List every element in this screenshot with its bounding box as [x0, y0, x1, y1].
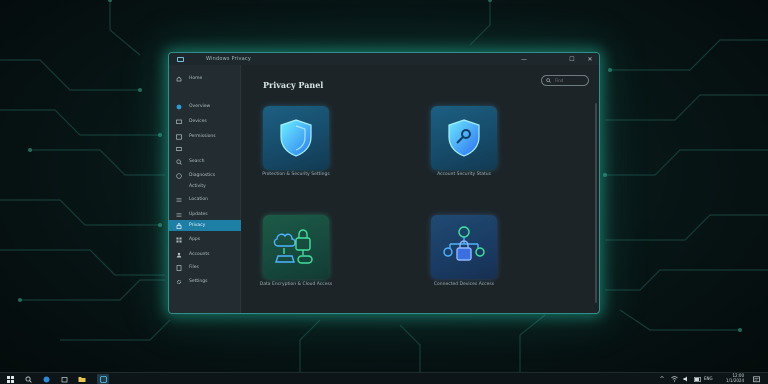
doc-icon [176, 264, 182, 271]
sidebar-item-home[interactable]: Home [169, 73, 241, 84]
wifi-icon[interactable] [668, 374, 680, 384]
sidebar-item-accounts[interactable]: Accounts [169, 249, 241, 260]
volume-icon[interactable] [680, 374, 692, 384]
list-icon [176, 197, 182, 203]
clock-date: 1/1/2024 [726, 377, 744, 383]
sidebar-item-diagnostics[interactable]: Diagnostics [169, 170, 241, 181]
sidebar-item-label: Location [189, 197, 209, 202]
sidebar-item-label: Files [189, 265, 199, 270]
notification-button[interactable] [750, 374, 762, 384]
sidebar-item-label: Apps [189, 237, 201, 242]
sidebar-item-overview[interactable]: Overview [169, 101, 241, 112]
close-button[interactable]: ✕ [581, 53, 599, 65]
sidebar-item-search[interactable]: Search [169, 156, 241, 167]
sidebar-item-apps[interactable]: Apps [169, 234, 241, 245]
shield-icon [280, 119, 312, 157]
folder-icon [78, 376, 86, 382]
data-encryption-tile[interactable] [263, 215, 329, 279]
sidebar-item-label: Diagnostics [189, 173, 216, 178]
card-label: Connected Devices Access [433, 282, 495, 287]
sidebar-item-label: Accounts [189, 252, 210, 257]
monitor-icon [176, 119, 182, 125]
sidebar-item-location[interactable]: Location [169, 194, 241, 205]
account-security-tile[interactable] [431, 106, 497, 170]
title-bar[interactable]: Windows Privacy — ☐ ✕ [169, 53, 599, 65]
language-indicator[interactable]: ENG [704, 376, 713, 382]
windows-icon [6, 375, 14, 383]
clock[interactable]: 12:00 1/1/2024 [722, 373, 744, 383]
sidebar-item-label: Activity [189, 184, 206, 189]
store-icon [61, 376, 67, 382]
sidebar-item-label: Overview [189, 104, 211, 109]
cloud-lock-icon [273, 229, 313, 264]
sidebar-item-label: Home [189, 76, 203, 81]
card-label: Data Encryption & Cloud Access [259, 282, 333, 287]
sidebar-item-files[interactable]: Files [169, 262, 241, 273]
card-label: Protection & Security Settings [262, 172, 330, 177]
sidebar-item-settings[interactable]: Settings [169, 276, 241, 287]
start-button[interactable] [4, 374, 16, 384]
globe-icon [176, 104, 182, 110]
taskbar: ^ ENG 12:00 1/1/2024 [0, 372, 768, 384]
page-title: Privacy Panel [263, 80, 324, 90]
connected-devices-tile[interactable] [431, 215, 497, 279]
taskbar-edge-button[interactable] [40, 374, 52, 384]
search-icon [25, 376, 32, 383]
sidebar-item-updates[interactable]: Updates [169, 209, 241, 220]
sidebar-item-label: Devices [189, 119, 207, 124]
sidebar: Home Overview Devices Permissions Search… [169, 65, 241, 313]
list-icon [176, 212, 182, 218]
taskbar-search-button[interactable] [22, 374, 34, 384]
search-box[interactable] [541, 75, 589, 86]
window-icon [176, 133, 182, 140]
search-input[interactable] [555, 78, 581, 83]
gear-icon [176, 279, 182, 285]
browser-icon [43, 376, 49, 382]
taskbar-store-button[interactable] [58, 374, 70, 384]
activity-icon [176, 184, 182, 190]
shield-key-icon [448, 119, 480, 157]
taskbar-active-app-button[interactable] [97, 374, 109, 384]
protection-settings-tile[interactable] [263, 106, 329, 170]
window-title: Windows Privacy [206, 56, 252, 62]
clock-icon [176, 172, 182, 179]
lock-icon [176, 222, 182, 229]
search-icon [176, 158, 182, 165]
taskbar-explorer-button[interactable] [76, 374, 88, 384]
home-icon [176, 76, 182, 82]
scrollbar[interactable] [595, 103, 597, 303]
chevron-up-icon[interactable]: ^ [656, 374, 668, 384]
card-label: Account Security Status [437, 172, 491, 177]
notification-icon [752, 375, 760, 382]
maximize-button[interactable]: ☐ [563, 53, 581, 65]
minimize-button[interactable]: — [515, 53, 533, 65]
sidebar-item-permissions[interactable]: Permissions [169, 131, 241, 142]
grid-icon [176, 237, 182, 243]
app-icon [177, 56, 184, 62]
sidebar-item-devices-group[interactable] [169, 143, 241, 154]
sidebar-item-label: Privacy [189, 223, 206, 228]
user-icon [176, 252, 182, 258]
app-window: Windows Privacy — ☐ ✕ Home Overview Devi… [168, 52, 600, 314]
sidebar-item-label: Permissions [189, 134, 216, 139]
sidebar-item-activity[interactable]: Activity [169, 181, 241, 192]
sidebar-item-devices[interactable]: Devices [169, 116, 241, 127]
network-lock-icon [443, 226, 485, 261]
battery-icon[interactable] [692, 374, 704, 384]
app-icon [99, 375, 107, 383]
sidebar-item-label: Updates [189, 212, 208, 217]
devices-icon [176, 146, 182, 152]
sidebar-item-label: Settings [189, 279, 208, 284]
sidebar-item-privacy[interactable]: Privacy [169, 220, 241, 231]
sidebar-item-label: Search [189, 159, 205, 164]
search-icon [546, 78, 551, 83]
